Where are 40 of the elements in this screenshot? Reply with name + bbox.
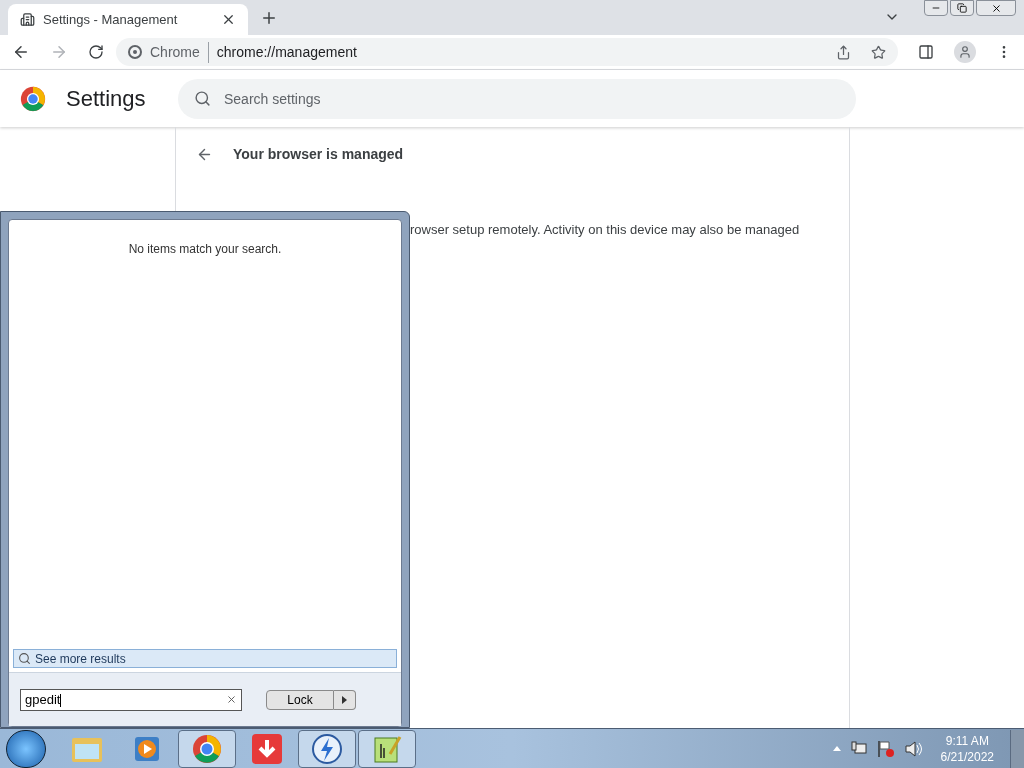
no-results-text: No items match your search.: [127, 241, 283, 258]
url-text: chrome://management: [216, 42, 358, 62]
clear-icon[interactable]: [226, 694, 237, 705]
start-button[interactable]: [6, 729, 46, 768]
page-icon: [20, 12, 35, 27]
lightning-bolt-icon: [311, 732, 343, 765]
search-value: gpedit: [25, 690, 63, 709]
share-icon[interactable]: [836, 44, 851, 60]
speaker-icon[interactable]: [904, 740, 923, 757]
lock-button[interactable]: Lock: [266, 689, 334, 710]
description-text: rowser setup remotely. Activity on this device may also be managed: [409, 221, 801, 239]
flag-icon[interactable]: [876, 739, 895, 758]
page-heading: Your browser is managed: [233, 145, 404, 164]
restore-icon: [957, 3, 967, 13]
reload-icon[interactable]: [88, 44, 104, 60]
settings-title: Settings: [66, 85, 147, 113]
tab-title: Settings - Management: [43, 10, 179, 29]
media-player-icon: [133, 734, 161, 763]
taskbar-button[interactable]: [178, 729, 236, 768]
close-icon: [990, 2, 1002, 14]
power-options-button[interactable]: [334, 689, 356, 710]
profile-avatar[interactable]: [954, 41, 976, 63]
search-icon: [194, 89, 211, 107]
bookmark-star-icon[interactable]: [871, 44, 886, 60]
back-icon[interactable]: [12, 43, 30, 61]
search-field[interactable]: Search settings: [178, 78, 856, 119]
triangle-right-icon: [342, 695, 347, 704]
browser-tab[interactable]: Settings - Management: [8, 4, 248, 35]
taskbar-button[interactable]: [298, 729, 356, 768]
see-more-results-link[interactable]: See more results: [13, 649, 397, 668]
restore-button[interactable]: [950, 0, 974, 16]
address-bar[interactable]: Chrome chrome://management: [116, 38, 898, 66]
close-icon[interactable]: [221, 12, 236, 27]
start-search-field[interactable]: gpedit: [20, 688, 242, 711]
taskbar-button[interactable]: [358, 729, 416, 768]
side-panel-icon[interactable]: [918, 44, 934, 60]
new-tab-icon[interactable]: [260, 9, 278, 27]
network-icon[interactable]: [850, 740, 867, 757]
site-chip: Chrome: [150, 41, 209, 63]
search-icon: [18, 652, 31, 665]
